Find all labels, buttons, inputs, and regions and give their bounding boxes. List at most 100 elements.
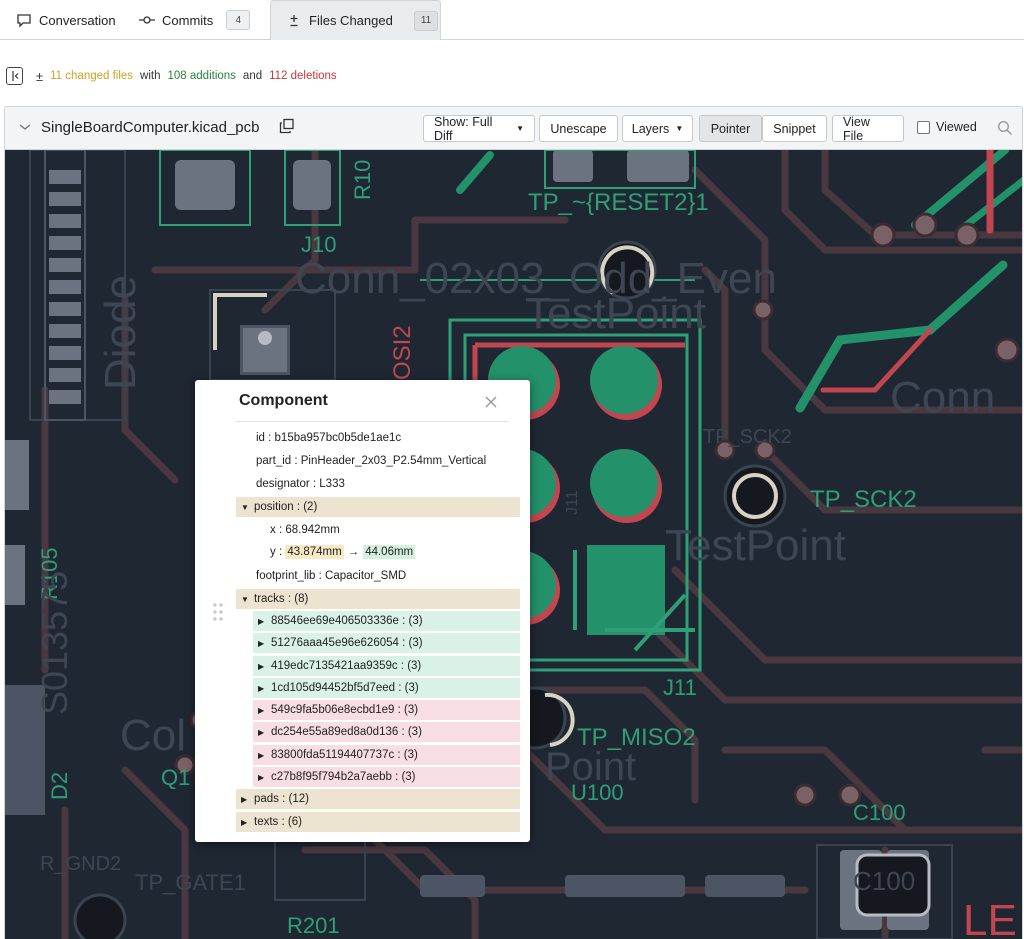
pcb-label: OSI2 [389,325,416,380]
component-inspector-panel: Component id : b15ba957bc0b5de1ae1c part… [195,380,530,842]
additions-count: 108 additions [167,70,236,82]
drag-handle-icon[interactable] [212,602,224,622]
deletions-count: 112 deletions [269,70,337,82]
pads-node[interactable]: ▶ pads : (12) [236,789,520,809]
prop-x: x : 68.942mm [270,524,340,536]
file-header: SingleBoardComputer.kicad_pcb Show: Full… [4,106,1023,150]
pcb-label: C100 [853,800,906,825]
track-item[interactable]: ▶ c27b8f95f794b2a7aebb : (3) [253,767,520,787]
diff-summary: ± 11 changed files with 108 additions an… [6,66,337,86]
prop-designator: designator : L333 [256,478,345,490]
track-label: dc254e55a89ed8a0d136 : (3) [271,726,422,738]
collapsed-triangle-icon: ▶ [258,638,265,648]
track-item[interactable]: ▶ 83800fda51194407737c : (3) [253,745,520,765]
prop-footprint-lib: footprint_lib : Capacitor_SMD [256,570,407,582]
track-item[interactable]: ▶ 549c9fa5b06e8ecbd1e9 : (3) [253,700,520,720]
expanded-triangle-icon: ▼ [241,502,249,512]
node-label: pads : (12) [254,793,309,805]
collapsed-triangle-icon: ▶ [258,683,265,693]
pointer-button[interactable]: Pointer [699,115,762,142]
panel-divider [235,421,509,422]
viewed-label: Viewed [936,120,977,134]
tracks-node[interactable]: ▼ tracks : (8) [236,589,520,609]
prop-y-new-value: 44.06mm [363,545,416,559]
pcb-label: TP_GATE1 [135,870,246,895]
search-icon[interactable] [997,120,1013,136]
view-file-label: View File [843,114,870,143]
chevron-down-icon[interactable] [17,119,33,135]
track-item[interactable]: ▶ 419edc7135421aa9359c : (3) [253,656,520,676]
pcb-label: Q1 [161,765,190,790]
file-name: SingleBoardComputer.kicad_pcb [41,119,260,136]
track-item[interactable]: ▶ 88546ee69e406503336e : (3) [253,611,520,631]
prop-id: id : b15ba957bc0b5de1ae1c [256,432,402,444]
pcb-label: J11 [663,675,697,700]
pcb-label: R201 [287,913,340,938]
tab-commits[interactable]: Commits 4 [139,0,251,40]
checkbox-icon[interactable] [917,120,930,134]
pcb-label: Col [120,711,186,760]
prop-y: y : 43.874mm → 44.06mm [270,542,416,562]
track-label: 88546ee69e406503336e : (3) [271,615,423,627]
node-label: tracks : (8) [254,593,309,605]
pcb-label: D2 [47,772,72,800]
texts-node[interactable]: ▶ texts : (6) [236,812,520,832]
pcb-label: U100 [571,780,624,805]
track-label: 1cd105d94452bf5d7eed : (3) [271,682,419,694]
sidebar-toggle-icon[interactable] [6,67,23,85]
change-arrow: → [347,546,360,558]
collapsed-triangle-icon: ▶ [241,817,248,827]
show-diff-dropdown[interactable]: Show: Full Diff ▼ [423,114,535,143]
unescape-button[interactable]: Unescape [539,115,618,142]
close-icon[interactable] [484,395,498,409]
unescape-label: Unescape [550,121,607,136]
track-item[interactable]: ▶ dc254e55a89ed8a0d136 : (3) [253,722,520,742]
pcb-label: TP_SCK2 [703,426,792,448]
collapsed-triangle-icon: ▶ [258,750,265,760]
pcb-label: TestPoint [525,289,706,338]
pcb-label: Conn [890,373,995,422]
pcb-label: Diode [96,275,145,390]
pcb-label: C100 [853,866,915,896]
collapsed-triangle-icon: ▶ [258,727,265,737]
node-label: texts : (6) [254,816,302,828]
node-label: position : (2) [254,501,318,513]
tab-files-changed[interactable]: Files Changed 11 [270,0,441,40]
tab-bar: Conversation Commits 4 Files Changed 11 [0,0,1024,40]
track-label: 549c9fa5b06e8ecbd1e9 : (3) [271,704,419,716]
caret-down-icon: ▼ [516,124,524,133]
track-label: 419edc7135421aa9359c : (3) [271,660,422,672]
track-label: c27b8f95f794b2a7aebb : (3) [271,771,416,783]
collapsed-triangle-icon: ▶ [258,616,265,626]
show-diff-label: Show: Full Diff [434,114,493,143]
snippet-label: Snippet [773,121,816,136]
track-item[interactable]: ▶ 1cd105d94452bf5d7eed : (3) [253,678,520,698]
pcb-label: TP_~{RESET2}1 [528,189,709,216]
track-label: 83800fda51194407737c : (3) [271,749,418,761]
pcb-label: LE [963,896,1017,939]
plus-minus-icon: ± [36,68,44,84]
summary-and-text: and [242,70,263,82]
prop-y-old-value: 43.874mm [285,545,344,559]
panel-title: Component [239,392,328,409]
snippet-button[interactable]: Snippet [762,115,827,142]
pcb-label: TP_SCK2 [810,486,917,513]
viewed-checkbox[interactable]: Viewed [917,120,977,134]
pcb-label: S013575 [34,571,75,715]
collapsed-triangle-icon: ▶ [241,794,248,804]
tab-conversation[interactable]: Conversation [16,0,126,40]
commit-count-badge: 4 [226,10,251,30]
conversation-icon [16,12,32,28]
layers-dropdown[interactable]: Layers ▼ [622,115,693,142]
collapsed-triangle-icon: ▶ [258,772,265,782]
commit-icon [139,12,155,28]
track-item[interactable]: ▶ 51276aaa45e96e626054 : (3) [253,633,520,653]
pointer-label: Pointer [710,121,751,136]
copy-icon[interactable] [279,118,295,134]
position-node[interactable]: ▼ position : (2) [236,497,520,517]
pcb-label: J11 [564,490,581,515]
summary-with-text: with [140,70,161,82]
caret-down-icon: ▼ [675,124,684,133]
view-file-button[interactable]: View File [832,114,904,143]
expanded-triangle-icon: ▼ [241,594,249,604]
